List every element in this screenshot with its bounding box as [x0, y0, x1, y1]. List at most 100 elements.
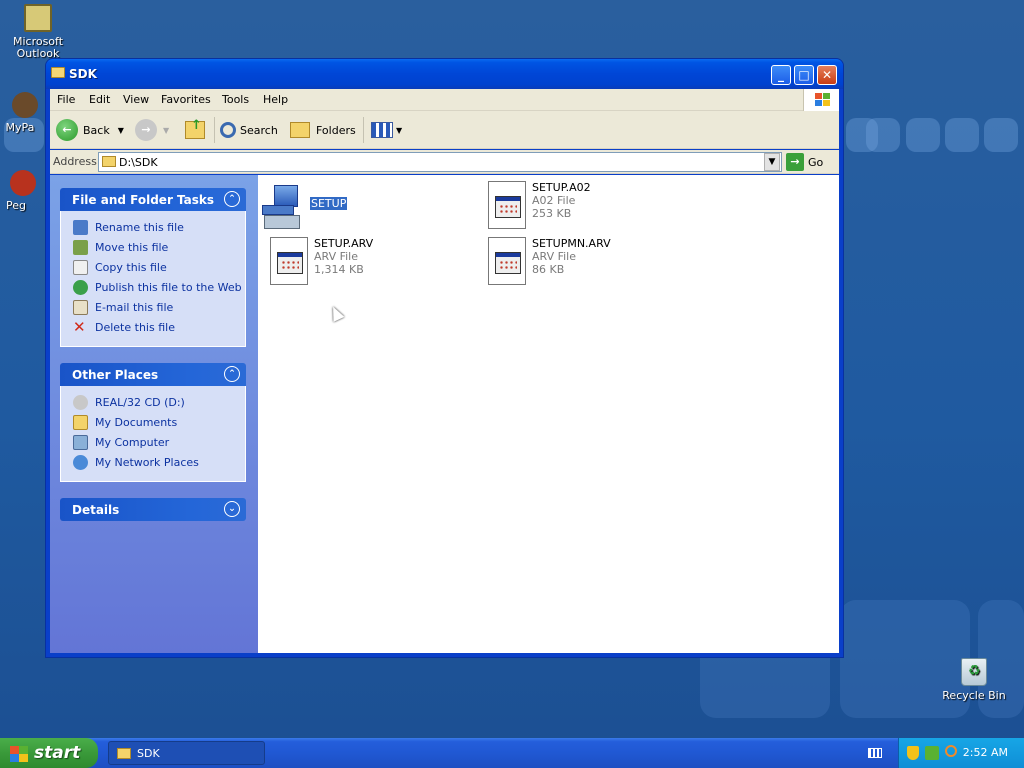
menu-favorites[interactable]: Favorites: [161, 93, 211, 106]
desktop-decoration: [906, 118, 940, 152]
close-button[interactable]: ✕: [817, 65, 837, 85]
file-type: A02 File: [532, 194, 576, 207]
system-tray: 2:52 AM: [898, 738, 1024, 768]
search-button[interactable]: Search: [220, 119, 278, 141]
generic-file-icon: [488, 181, 526, 229]
toolbar: ← Back ▼ → ▼ ↑ Search Folders ▼: [50, 111, 839, 149]
forward-arrow-icon: →: [135, 119, 157, 141]
file-list: SETUP SETUP.A02 A02 File 253 KB SETUP.AR…: [258, 175, 839, 653]
task-copy[interactable]: Copy this file: [73, 259, 167, 275]
shortcut-icon: [12, 92, 38, 118]
minimize-button[interactable]: _: [771, 65, 791, 85]
file-tasks-title: File and Folder Tasks: [72, 193, 215, 207]
menu-view[interactable]: View: [123, 93, 149, 106]
file-name: SETUP.ARV: [314, 237, 374, 250]
menu-tools[interactable]: Tools: [222, 93, 249, 106]
menu-bar: File Edit View Favorites Tools Help: [50, 89, 839, 111]
title-bar[interactable]: SDK _ □ ✕: [46, 59, 843, 89]
search-icon[interactable]: [945, 745, 957, 757]
address-label: Address: [53, 155, 97, 168]
views-icon: [371, 122, 393, 138]
details-header[interactable]: Details ⌄: [60, 498, 246, 521]
desktop-icon-label: Recycle Bin: [942, 689, 1006, 702]
desktop-icon-recycle-bin[interactable]: ♻ Recycle Bin: [936, 658, 1012, 702]
move-icon: [73, 239, 88, 255]
maximize-button[interactable]: □: [794, 65, 814, 85]
task-move[interactable]: Move this file: [73, 239, 168, 255]
desktop-icon-label: MyPa: [5, 121, 35, 134]
file-item-setup[interactable]: SETUP: [262, 183, 442, 235]
expand-icon[interactable]: ⌄: [224, 501, 240, 517]
address-dropdown-button[interactable]: ▼: [764, 153, 780, 171]
place-my-documents[interactable]: My Documents: [73, 414, 177, 430]
explorer-window: SDK _ □ ✕ File Edit View Favorites Tools…: [46, 59, 843, 657]
collapse-icon[interactable]: ⌃: [224, 191, 240, 207]
task-pane: File and Folder Tasks ⌃ Rename this file…: [50, 175, 258, 653]
file-tasks-panel: Rename this file Move this file Copy thi…: [60, 211, 246, 347]
desktop-decoration: [866, 118, 900, 152]
toolbar-separator: [363, 117, 364, 143]
desktop-icon-mypa[interactable]: MyPa: [0, 92, 50, 134]
toolbar-separator: [214, 117, 215, 143]
my-computer-icon: [73, 434, 88, 450]
place-cd-drive[interactable]: REAL/32 CD (D:): [73, 394, 185, 410]
address-bar: Address D:\SDK ▼ → Go: [50, 150, 839, 174]
desktop-icon-label: Microsoft Outlook: [12, 35, 64, 60]
details-title: Details: [72, 503, 120, 517]
up-folder-button[interactable]: ↑: [185, 118, 205, 141]
address-input[interactable]: D:\SDK: [98, 152, 782, 172]
file-item-setupmn-arv[interactable]: SETUPMN.ARV ARV File 86 KB: [484, 237, 664, 289]
back-arrow-icon: ←: [56, 119, 78, 141]
folders-icon: [290, 122, 310, 138]
menu-file[interactable]: File: [57, 93, 75, 106]
menu-edit[interactable]: Edit: [89, 93, 110, 106]
file-item-setup-arv[interactable]: SETUP.ARV ARV File 1,314 KB: [266, 237, 446, 289]
other-places-title: Other Places: [72, 368, 159, 382]
search-label: Search: [240, 123, 278, 137]
menu-help[interactable]: Help: [263, 93, 288, 106]
task-publish-web[interactable]: Publish this file to the Web: [73, 279, 242, 295]
clock: 2:52 AM: [962, 746, 1008, 759]
email-icon: [73, 299, 88, 315]
keyboard-icon[interactable]: [868, 748, 882, 758]
taskbar: start SDK 2:52 AM: [0, 738, 1024, 768]
task-rename[interactable]: Rename this file: [73, 219, 184, 235]
shortcut-icon: [10, 170, 36, 196]
folders-label: Folders: [316, 123, 356, 137]
desktop-icon-peg[interactable]: Peg: [0, 170, 46, 212]
rename-icon: [73, 219, 88, 235]
taskbar-item-label: SDK: [137, 747, 160, 760]
start-label: start: [34, 743, 81, 763]
cd-drive-icon: [73, 394, 88, 410]
folders-button[interactable]: Folders: [290, 119, 356, 141]
back-button[interactable]: ← Back ▼: [56, 119, 124, 141]
task-email[interactable]: E-mail this file: [73, 299, 173, 315]
back-dropdown-icon[interactable]: ▼: [118, 126, 124, 135]
taskbar-item-sdk[interactable]: SDK: [108, 741, 265, 765]
setup-computer-icon: [262, 183, 302, 231]
collapse-icon[interactable]: ⌃: [224, 366, 240, 382]
go-button[interactable]: → Go: [786, 152, 823, 172]
place-my-computer[interactable]: My Computer: [73, 434, 169, 450]
desktop-decoration: [945, 118, 979, 152]
place-my-network[interactable]: My Network Places: [73, 454, 199, 470]
folder-icon: [102, 156, 116, 167]
forward-dropdown-icon: ▼: [163, 125, 170, 135]
network-icon[interactable]: [925, 746, 939, 760]
file-item-setup-a02[interactable]: SETUP.A02 A02 File 253 KB: [484, 181, 664, 233]
desktop-icon-outlook[interactable]: Microsoft Outlook: [0, 4, 76, 60]
network-places-icon: [73, 454, 88, 470]
start-button[interactable]: start: [0, 738, 98, 768]
generic-file-icon: [270, 237, 308, 285]
go-arrow-icon: →: [786, 153, 804, 171]
copy-icon: [73, 259, 88, 275]
forward-button[interactable]: → ▼: [135, 119, 169, 141]
globe-icon: [73, 279, 88, 295]
my-documents-icon: [73, 414, 88, 430]
file-tasks-header[interactable]: File and Folder Tasks ⌃: [60, 188, 246, 211]
other-places-header[interactable]: Other Places ⌃: [60, 363, 246, 386]
security-shield-icon[interactable]: [907, 746, 919, 760]
folder-icon: [117, 748, 131, 759]
views-button[interactable]: ▼: [371, 119, 402, 141]
task-delete[interactable]: ✕ Delete this file: [73, 319, 175, 335]
